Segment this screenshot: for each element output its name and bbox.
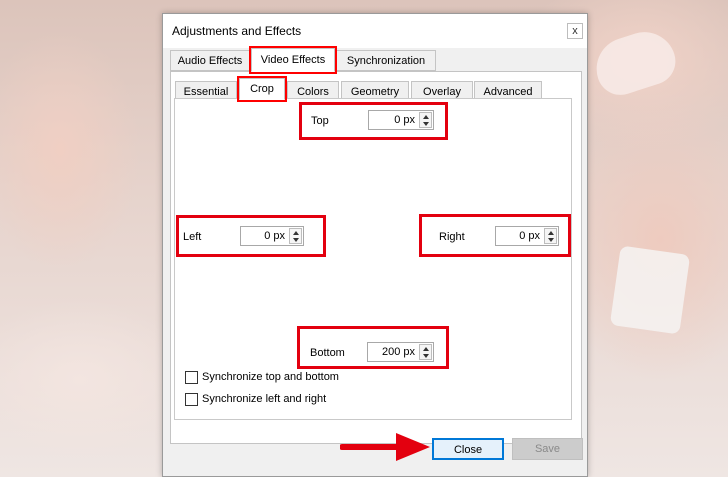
adjustments-dialog: Adjustments and Effects x Audio Effects … <box>162 13 588 477</box>
highlight-box-bottom <box>297 326 449 369</box>
window-title: Adjustments and Effects <box>172 24 302 38</box>
sync-top-bottom-checkbox[interactable] <box>185 371 198 384</box>
background-cloth <box>609 245 691 335</box>
tab-video-effects[interactable]: Video Effects <box>249 46 337 74</box>
red-arrow-annotation <box>340 433 430 461</box>
highlight-box-right <box>419 214 571 257</box>
tab-synchronization[interactable]: Synchronization <box>336 50 436 71</box>
title-bar: Adjustments and Effects x <box>163 14 587 48</box>
highlight-box-top <box>299 102 448 140</box>
highlight-box-left <box>176 215 326 257</box>
tab-audio-effects[interactable]: Audio Effects <box>170 50 250 71</box>
sync-left-right-label: Synchronize left and right <box>202 393 327 405</box>
save-button[interactable]: Save <box>512 438 583 460</box>
close-button[interactable]: Close <box>432 438 504 460</box>
tab-crop[interactable]: Crop <box>237 76 287 102</box>
window-close-button[interactable]: x <box>567 23 583 39</box>
sync-top-bottom-label: Synchronize top and bottom <box>202 371 339 383</box>
sync-left-right-checkbox[interactable] <box>185 393 198 406</box>
